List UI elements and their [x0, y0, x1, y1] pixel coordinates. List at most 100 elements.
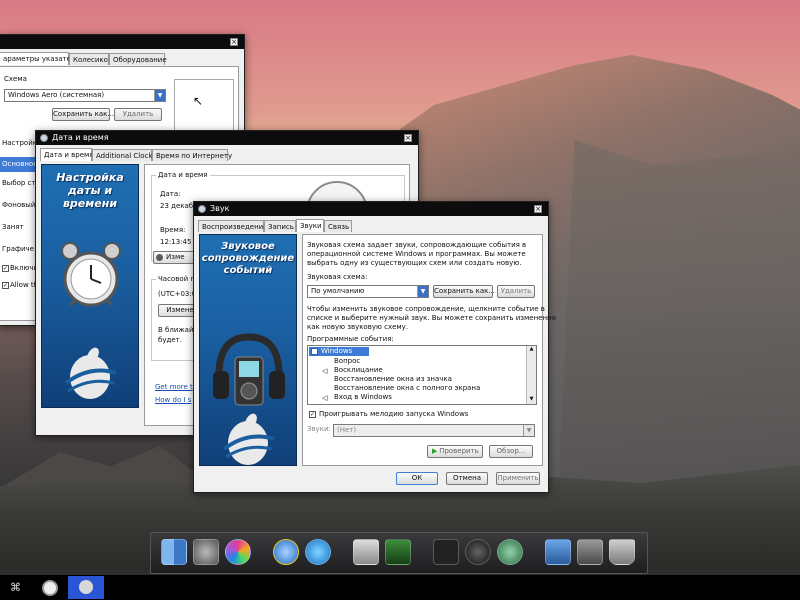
close-icon[interactable]: ×: [404, 134, 412, 142]
sound-desc-line2: операционной системе Windows и программа…: [307, 250, 526, 258]
cursor-preview-box: ↖: [174, 79, 234, 131]
colorful-app-icon[interactable]: [225, 539, 251, 565]
alarm-clock-icon: [61, 242, 121, 307]
event-item[interactable]: Восклицание: [334, 366, 383, 375]
play-icon: ▶: [432, 447, 438, 455]
mouse-save-as-button[interactable]: Сохранить как...: [52, 108, 114, 121]
apple-logo-icon: [222, 413, 275, 465]
quicktime-icon[interactable]: [305, 539, 331, 565]
scroll-down-icon[interactable]: ▼: [527, 396, 536, 404]
time-machine-icon[interactable]: [497, 539, 523, 565]
mouse-list-item[interactable]: Графиче: [2, 245, 34, 254]
test-sound-button[interactable]: ▶ Проверить: [427, 445, 483, 458]
ok-button[interactable]: ОК: [396, 472, 438, 485]
close-icon[interactable]: ×: [230, 38, 238, 46]
events-scrollbar[interactable]: ▲ ▼: [526, 346, 536, 404]
date-label: Дата:: [160, 190, 181, 198]
share-icon[interactable]: [577, 539, 603, 565]
how-do-i-link[interactable]: How do I s: [155, 396, 191, 405]
sound-hint-line1: Чтобы изменить звуковое сопровождение, щ…: [307, 305, 545, 313]
mouse-option-label: Allow th: [10, 281, 39, 289]
tab-recording[interactable]: Запись: [264, 220, 296, 232]
speaker-icon: [198, 205, 206, 213]
datetime-tabs: Дата и время Additional Clocks Время по …: [40, 148, 414, 162]
sound-scheme-select[interactable]: По умолчанию ▼: [307, 285, 429, 298]
speed-gauge-icon[interactable]: [465, 539, 491, 565]
sound-delete-button[interactable]: Удалить: [497, 285, 535, 298]
chevron-down-icon: ▼: [154, 90, 165, 101]
change-datetime-button[interactable]: Изме: [153, 251, 195, 264]
event-item[interactable]: Восстановление окна из значка: [334, 375, 452, 384]
datetime-titlebar[interactable]: Дата и время: [36, 131, 418, 145]
chevron-down-icon: ▼: [417, 286, 428, 297]
finder-icon[interactable]: [161, 539, 187, 565]
tab-communications[interactable]: Связь: [324, 220, 352, 232]
terminal-icon[interactable]: [385, 539, 411, 565]
mouse-option-label: Включи: [10, 264, 39, 272]
sound-banner: Звуковое сопровождение событий: [199, 234, 297, 466]
timezone-value: (UTC+03:0: [158, 290, 197, 298]
get-more-link[interactable]: Get more t: [155, 383, 193, 392]
spaces-icon[interactable]: [545, 539, 571, 565]
event-item[interactable]: Восстановление окна с полного экрана: [334, 384, 480, 393]
event-item[interactable]: Вход в Windows: [334, 393, 392, 402]
date-value: 23 декабр: [160, 202, 198, 210]
speaker-icon: ◁: [322, 367, 328, 375]
sound-window: Звук × Воспроизведение Запись Звуки Связ…: [193, 201, 556, 493]
datetime-banner-title: Настройка даты и времени: [56, 171, 124, 210]
program-events-label: Программные события:: [307, 335, 394, 343]
close-icon[interactable]: ×: [534, 205, 542, 213]
cancel-button[interactable]: Отмена: [446, 472, 488, 485]
mouse-delete-button[interactable]: Удалить: [114, 108, 162, 121]
dst-note-line2: будет.: [158, 336, 182, 344]
sound-glyph: [79, 580, 93, 594]
mouse-list-item[interactable]: Фоновый: [2, 201, 35, 210]
tab-sounds[interactable]: Звуки: [296, 219, 324, 232]
scheme-label: Схема: [4, 75, 27, 83]
system-preferences-icon[interactable]: [193, 539, 219, 565]
sound-hint-line2: списке и выберите нужный звук. Вы можете…: [307, 314, 556, 322]
scroll-up-icon[interactable]: ▲: [527, 346, 536, 354]
tab-additional-clocks[interactable]: Additional Clocks: [92, 149, 156, 161]
hard-drive-icon[interactable]: [353, 539, 379, 565]
tab-internet-time[interactable]: Время по Интернету: [152, 149, 232, 161]
internet-explorer-icon[interactable]: [273, 539, 299, 565]
sound-banner-title: Звуковое сопровождение событий: [201, 241, 295, 276]
tab-wheel[interactable]: Колесико: [69, 53, 109, 65]
datetime-title: Дата и время: [52, 133, 109, 142]
allow-checkbox[interactable]: ✓: [2, 282, 9, 289]
play-startup-checkbox[interactable]: ✓: [309, 411, 316, 418]
play-startup-label: Проигрывать мелодию запуска Windows: [319, 410, 469, 418]
sounds-select[interactable]: (Нет) ▼: [333, 424, 535, 437]
clock-icon: [40, 134, 48, 142]
time-value: 12:13:45: [160, 238, 192, 246]
tab-pointer-options[interactable]: араметры указателя: [0, 52, 80, 65]
dashboard-icon[interactable]: [433, 539, 459, 565]
shield-icon: [156, 254, 163, 261]
tab-date-time[interactable]: Дата и время: [40, 148, 94, 161]
chevron-down-icon: ▼: [523, 425, 534, 436]
mouse-window-titlebar[interactable]: [0, 35, 244, 49]
apply-button[interactable]: Применить: [496, 472, 540, 485]
test-sound-label: Проверить: [439, 447, 479, 455]
sound-desc-line1: Звуковая схема задает звуки, сопровождаю…: [307, 241, 527, 249]
tab-hardware[interactable]: Оборудование: [109, 53, 167, 65]
shadow-checkbox[interactable]: ✓: [2, 265, 9, 272]
sound-titlebar[interactable]: Звук: [194, 202, 548, 216]
sounds-label: Звуки:: [307, 425, 331, 433]
event-item-selected[interactable]: Windows: [309, 347, 369, 356]
event-item[interactable]: Вопрос: [334, 357, 360, 366]
mouse-list-item[interactable]: Занят: [2, 223, 24, 232]
trash-icon[interactable]: [609, 539, 635, 565]
sound-save-as-button[interactable]: Сохранить как...: [433, 285, 495, 298]
menu-glyph: ⌘: [10, 581, 21, 594]
datetime-group-label: Дата и время: [156, 171, 210, 180]
dock: [150, 532, 648, 574]
tab-playback[interactable]: Воспроизведение: [198, 220, 268, 232]
mouse-scheme-select[interactable]: Windows Aero (системная) ▼: [4, 89, 166, 102]
program-events-list[interactable]: Windows Вопрос ◁ Восклицание Восстановле…: [307, 345, 537, 405]
sound-icon[interactable]: [68, 576, 104, 599]
alarm-clock-icon[interactable]: [32, 576, 68, 599]
sound-desc-line3: выбрать одну из существующих схем или со…: [307, 259, 522, 267]
browse-button[interactable]: Обзор...: [489, 445, 533, 458]
